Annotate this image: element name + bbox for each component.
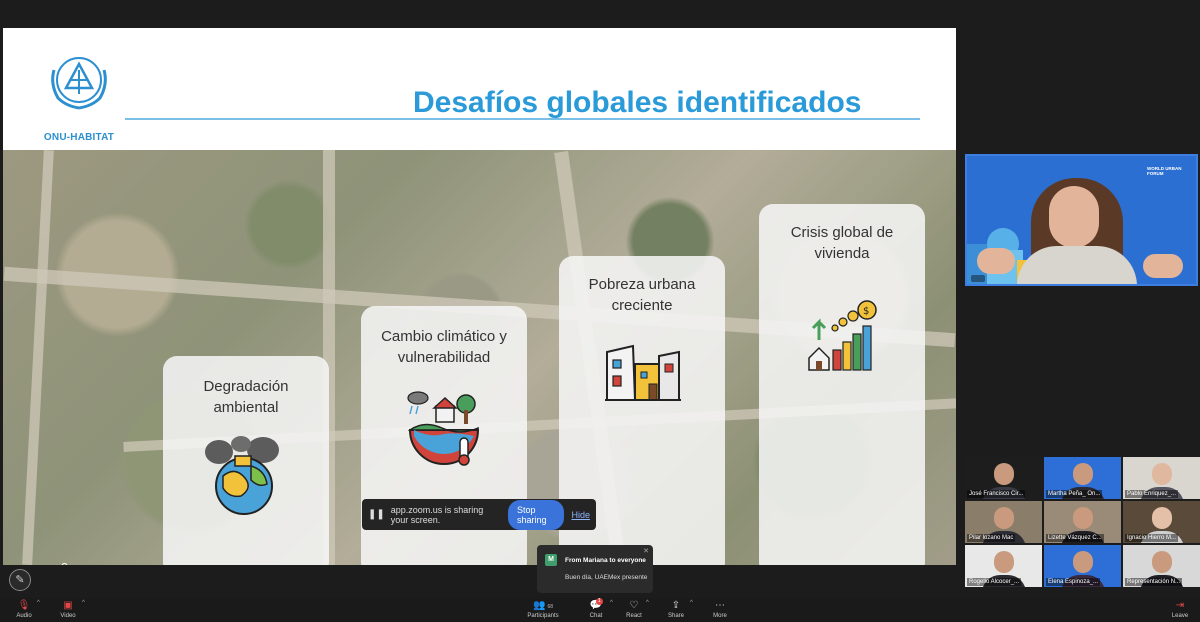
card-title: Cambio climático y vulnerabilidad — [381, 328, 507, 366]
heart-icon: ♡ — [629, 600, 639, 611]
slide-title: Desafíos globales identificados — [413, 86, 862, 119]
participant-name: Ignacio Hierro M... — [1125, 534, 1179, 542]
card-title: Crisis global de vivienda — [790, 224, 894, 262]
participant-tile[interactable]: Lizette Vázquez C... — [1044, 501, 1121, 543]
participant-tile[interactable]: José Francisco Cir... — [965, 457, 1042, 499]
annotate-pen-icon[interactable]: ✎ — [9, 569, 31, 591]
chat-unread-badge: 1 — [596, 598, 603, 605]
chevron-up-icon[interactable]: ^ — [690, 600, 693, 606]
participant-name: Rogelio Alcocer_... — [967, 578, 1022, 586]
react-button[interactable]: ♡ React — [624, 600, 644, 620]
leave-button[interactable]: ⇥ Leave — [1170, 600, 1190, 620]
zoom-meeting-window: ONU-HABITAT Desafíos globales identifica… — [0, 0, 1200, 622]
polluted-earth-icon — [201, 436, 287, 523]
participants-button[interactable]: 👥 68 Participants — [526, 600, 560, 620]
participant-tile[interactable]: Pablo Enriquez_... — [1123, 457, 1200, 499]
participant-gallery: José Francisco Cir... Martha Peña_ On...… — [965, 457, 1200, 589]
climate-thermometer-icon — [404, 390, 486, 471]
participant-tile[interactable]: Martha Peña_ On... — [1044, 457, 1121, 499]
card-title: Pobreza urbana creciente — [588, 276, 696, 314]
chat-button[interactable]: 💬 1 Chat — [586, 598, 606, 620]
participant-name: Lizette Vázquez C... — [1046, 534, 1104, 542]
share-screen-icon: ⇪ — [671, 600, 681, 611]
participant-name: Martha Peña_ On... — [1046, 490, 1103, 498]
hide-banner-link[interactable]: Hide — [571, 510, 590, 520]
microphone-muted-icon: 🎙 — [17, 600, 31, 611]
participants-icon: 👥 68 — [532, 600, 553, 611]
speaker-name-tag — [971, 275, 985, 282]
video-button[interactable]: ▣ Video — [58, 600, 78, 620]
chat-message: Buen día, UAEMex presente — [565, 574, 648, 581]
participant-name: Pablo Enriquez_... — [1125, 490, 1179, 498]
housing-cost-chart-icon: $ — [805, 300, 879, 381]
close-icon[interactable]: ✕ — [643, 547, 649, 555]
title-divider — [125, 118, 920, 120]
participant-tile[interactable]: Pilar lozano Mac — [965, 501, 1042, 543]
screen-share-banner: ❚❚ app.zoom.us is sharing your screen. S… — [362, 499, 596, 530]
slide-number: 9 — [61, 560, 68, 565]
participant-name: Representación N... — [1125, 578, 1183, 586]
un-habitat-logo: ONU-HABITAT — [39, 50, 119, 146]
participant-tile[interactable]: Elena Espinoza_... — [1044, 545, 1121, 587]
chat-notification[interactable]: M From Mariana to everyone Buen día, UAE… — [537, 545, 653, 593]
stop-sharing-button[interactable]: Stop sharing — [507, 499, 565, 530]
audio-button[interactable]: 🎙 Audio — [14, 600, 34, 620]
chevron-up-icon[interactable]: ^ — [82, 600, 85, 606]
chevron-up-icon[interactable]: ^ — [610, 600, 613, 606]
participant-name: José Francisco Cir... — [967, 490, 1026, 498]
pause-icon[interactable]: ❚❚ — [368, 509, 385, 520]
chat-avatar: M — [545, 554, 557, 566]
challenge-card-environment: Degradación ambiental — [163, 356, 329, 565]
meeting-toolbar: 🎙 Audio ^ ▣ Video ^ 👥 68 Participants 💬 1… — [0, 598, 1200, 622]
more-dots-icon: ⋯ — [715, 600, 725, 611]
org-name: ONU-HABITAT — [43, 132, 115, 143]
participant-name: Pilar lozano Mac — [967, 534, 1016, 542]
shared-screen-slide: ONU-HABITAT Desafíos globales identifica… — [3, 28, 956, 565]
slum-housing-icon — [603, 342, 683, 409]
challenge-card-housing: Crisis global de vivienda $ — [759, 204, 925, 565]
card-title: Degradación ambiental — [203, 378, 289, 416]
world-urban-forum-logo: WORLD URBAN FORUM — [1147, 166, 1182, 176]
slide-header: ONU-HABITAT Desafíos globales identifica… — [3, 28, 956, 150]
chat-sender: From Mariana to everyone — [565, 557, 646, 564]
participant-tile[interactable]: Ignacio Hierro M... — [1123, 501, 1200, 543]
participant-name: Elena Espinoza_... — [1046, 578, 1101, 586]
leave-door-icon: ⇥ — [1175, 600, 1185, 611]
chevron-up-icon[interactable]: ^ — [37, 600, 40, 606]
video-off-icon: ▣ — [63, 600, 73, 611]
chevron-up-icon[interactable]: ^ — [646, 600, 649, 606]
share-button[interactable]: ⇪ Share — [666, 600, 686, 620]
more-button[interactable]: ⋯ More — [710, 600, 730, 620]
share-banner-text: app.zoom.us is sharing your screen. — [390, 504, 484, 525]
participant-tile[interactable]: Representación N... — [1123, 545, 1200, 587]
svg-text:$: $ — [863, 306, 869, 317]
active-speaker-video[interactable]: WORLD URBAN FORUM — [965, 154, 1198, 286]
participant-tile[interactable]: Rogelio Alcocer_... — [965, 545, 1042, 587]
